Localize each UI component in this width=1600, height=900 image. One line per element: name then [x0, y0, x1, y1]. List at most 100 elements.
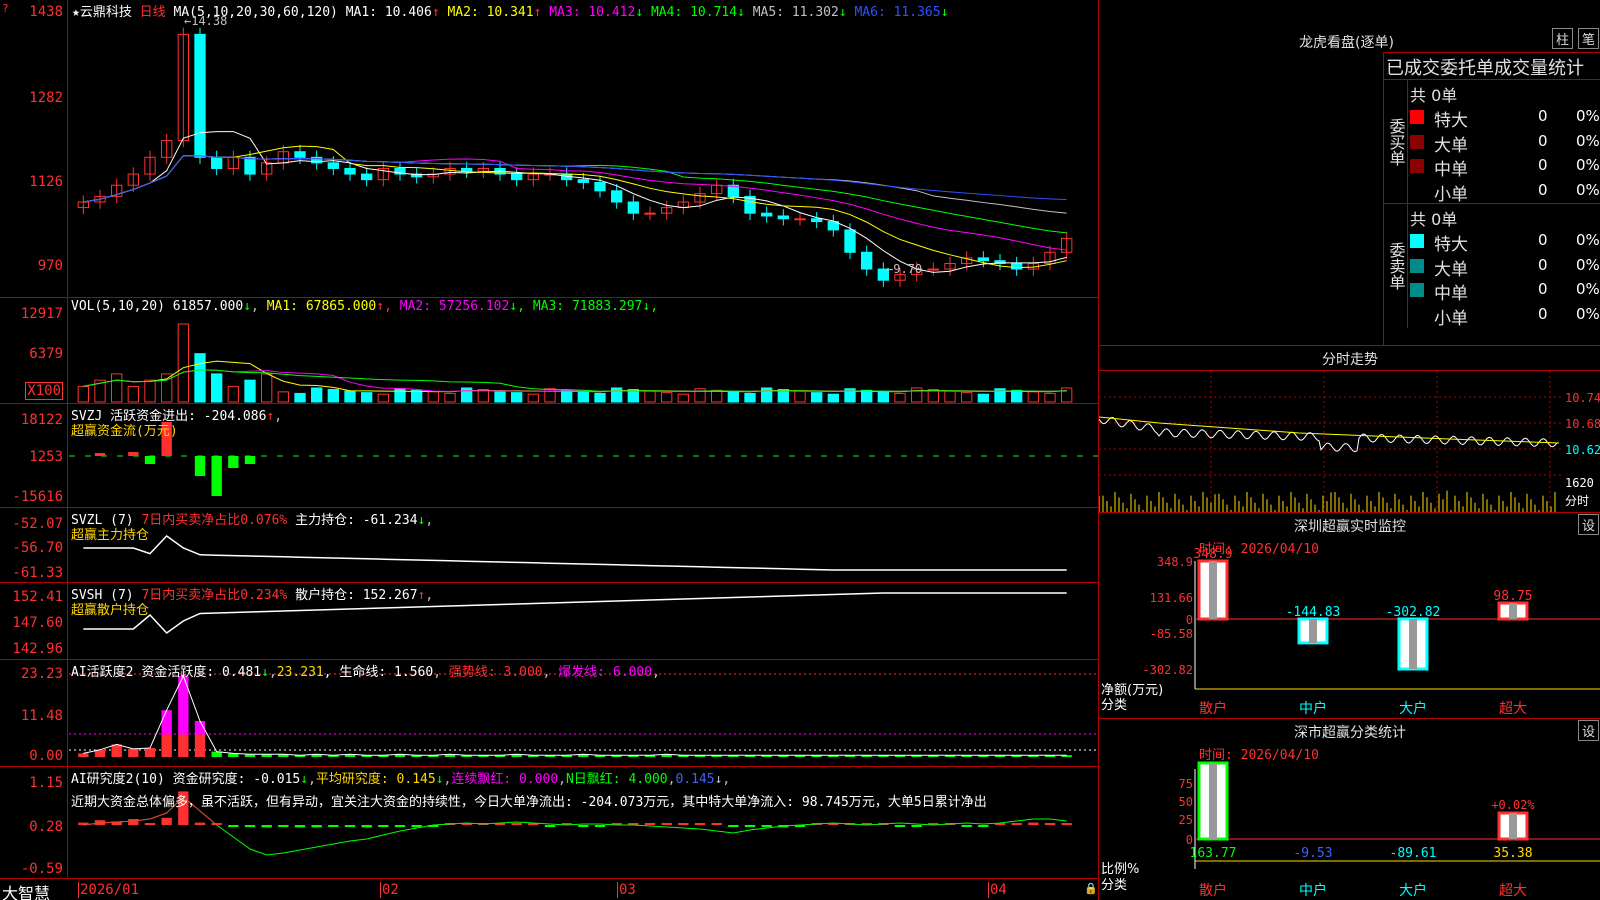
volume-bar [794, 390, 806, 403]
ai-activity-pane[interactable]: 23.23 11.48 0.00 AI活跃度2 资金活跃度: 0.481↓,23… [0, 660, 1098, 767]
svzj-pane[interactable]: 18122 1253 -15616 SVZJ 活跃资金进出: -204.086↑… [0, 404, 1098, 508]
arrow: ↓ [838, 5, 847, 20]
intraday-chart[interactable] [1099, 371, 1562, 513]
volume-bar [194, 353, 206, 403]
intraday-volume: 1620 [1565, 476, 1594, 490]
research-bar [278, 825, 289, 827]
volume-ma-value: MA3: 71883.297 [532, 299, 643, 314]
svzl-pane[interactable]: -52.07 -56.70 -61.33 SVZL (7) 7日内买卖净占比0.… [0, 508, 1098, 583]
volume-bar [727, 391, 740, 403]
volume-bar [711, 389, 723, 403]
arrow: ↓ [417, 513, 426, 528]
volume-bar [294, 392, 306, 403]
arrow: ↓ [261, 665, 269, 680]
research-bar [894, 825, 906, 827]
order-row: 大单 0 0% [1410, 131, 1600, 156]
category-label: 散户 [1199, 882, 1227, 899]
axis-label: 0 [1186, 833, 1193, 847]
period-label[interactable]: 日线 [140, 5, 166, 20]
research-bar [361, 825, 372, 828]
volume-pane[interactable]: 12917 6379 X100 VOL(5,10,20) 61857.000 ↓,… [0, 298, 1098, 404]
research-bar [378, 825, 389, 827]
volume-bar [977, 393, 990, 403]
candle-body [777, 215, 790, 220]
category-label: 超大 [1499, 883, 1527, 899]
volume-bar [894, 392, 906, 403]
flow-bar [244, 456, 256, 464]
bar-mode-button[interactable]: 柱 [1551, 28, 1573, 49]
volume-ma-value: MA1: 67865.000 [266, 299, 377, 314]
flow-bar [94, 453, 106, 456]
volume-bar [377, 393, 389, 403]
arrow: ↓, [642, 299, 659, 314]
volume-bar [527, 393, 539, 403]
research-bar [744, 825, 756, 827]
candle-body [644, 212, 656, 215]
lock-icon[interactable]: 🔒 [1084, 882, 1098, 895]
research-bar [311, 825, 322, 828]
volume-bar [127, 385, 140, 403]
research-bar [678, 823, 689, 825]
svsh-pane[interactable]: 152.41 147.60 142.96 SVSH (7) 7日内买卖净占比0.… [0, 583, 1098, 660]
research-bar [1061, 823, 1072, 825]
ma-value: MA2: 10.341 [439, 5, 534, 20]
color-swatch [1410, 283, 1424, 297]
ai-research-d: N日飘红: 4.000 [565, 772, 668, 787]
candle-body [794, 218, 806, 221]
research-bar [394, 825, 406, 827]
ai-activity-d: 强势线: 3.000 [448, 665, 543, 680]
bar-value: -144.83 [1286, 605, 1341, 620]
research-bar [244, 825, 256, 827]
chart-area[interactable]: 1438 1282 1126 970 ? ★云鼎科技 日线 MA(5,10,20… [0, 0, 1098, 900]
brand-label: 大智慧 [2, 884, 51, 900]
color-swatch [1410, 134, 1424, 149]
monitor-chart: 348.9 131.66 0-85.58 -302.82 348.9 散户 -144.83 中… [1142, 547, 1600, 717]
activity-bar [111, 744, 122, 757]
axis-label: 131.66 [1150, 591, 1193, 605]
axis-label: 1438 [29, 4, 63, 20]
volume-axis: 12917 6379 X100 [0, 298, 68, 403]
ai-research-title: AI研究度2(10) [71, 772, 165, 787]
category-label: 中户 [1299, 882, 1327, 899]
stock-name[interactable]: 云鼎科技 [80, 5, 132, 20]
high-value: 14.38 [191, 14, 228, 28]
order-row: 中单 0 0% [1410, 155, 1600, 180]
side-panel: 龙虎看盘(逐单) 柱 笔 已成交委托单成交量统计 共 0单 委买单 特大 0 0% 大… [1098, 0, 1600, 900]
candle-body [211, 156, 223, 169]
candle-body [861, 251, 873, 270]
ai-research-pane[interactable]: 1.15 0.28 -0.59 AI研究度2(10) 资金研究度: -0.015… [0, 767, 1098, 879]
category-label: 超大 [1499, 701, 1527, 717]
order-percent: 0% [1576, 131, 1600, 150]
axis-label: 10.62 [1565, 443, 1600, 457]
intraday-panel[interactable]: 分时走势 10.74 10.68 10.62 1620 分时 [1099, 345, 1600, 513]
low-marker: ←9.70 [886, 262, 923, 276]
activity-bar [178, 734, 189, 757]
tick-mode-button[interactable]: 笔 [1577, 28, 1599, 49]
volume-title: VOL(5,10,20) [71, 299, 165, 314]
order-count: 0 [1538, 180, 1548, 199]
research-bar [194, 822, 206, 825]
ratio-value: -89.61 [1390, 846, 1437, 861]
price-pane[interactable]: 1438 1282 1126 970 ? ★云鼎科技 日线 MA(5,10,20… [0, 0, 1098, 298]
sell-side-label: 委卖单 [1384, 204, 1408, 328]
research-bar [761, 825, 772, 827]
candlestick-chart[interactable] [69, 0, 1098, 297]
axis-label: 10.68 [1565, 417, 1600, 431]
volume-bar [594, 392, 606, 403]
candle-body [194, 33, 206, 158]
candle-body [844, 229, 856, 253]
buy-total: 共 0单 [1410, 86, 1458, 105]
research-bar [644, 823, 656, 825]
axis-label: 0 [1186, 613, 1193, 627]
volume-bar [861, 389, 873, 403]
research-bar [1011, 823, 1022, 825]
order-type: 大单 [1434, 259, 1468, 280]
ma-value: MA5: 11.302 [744, 5, 839, 20]
ma-line [83, 131, 1067, 273]
extra-label: +0.02% [1491, 798, 1535, 812]
research-bar [594, 825, 606, 827]
category-label: 大户 [1399, 700, 1427, 717]
research-bar [128, 819, 139, 825]
order-percent: 0% [1576, 255, 1600, 274]
corner-menu-icon[interactable]: ? [2, 2, 9, 15]
